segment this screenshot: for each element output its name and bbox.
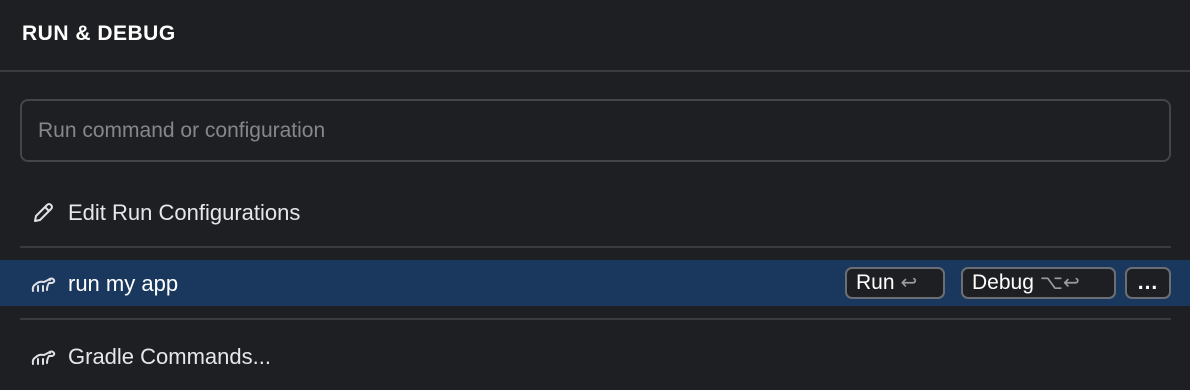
pencil-icon bbox=[30, 200, 56, 224]
enter-key-icon: ↩ bbox=[900, 272, 918, 294]
more-actions-button[interactable]: ... bbox=[1125, 267, 1171, 299]
list-item-label: Edit Run Configurations bbox=[68, 200, 301, 225]
run-button-label: Run bbox=[856, 271, 895, 294]
debug-button[interactable]: Debug ⌥↩ bbox=[961, 267, 1116, 299]
option-enter-key-icon: ⌥↩ bbox=[1039, 272, 1080, 294]
panel-title: RUN & DEBUG bbox=[22, 22, 176, 45]
list-item-run-config[interactable]: run my app Run ↩ Debug ⌥↩ ... bbox=[0, 260, 1190, 306]
list-item-edit-run-configurations[interactable]: Edit Run Configurations bbox=[0, 188, 1190, 236]
list-item-gradle-commands[interactable]: Gradle Commands... bbox=[0, 332, 1190, 380]
search-input[interactable] bbox=[38, 101, 1148, 160]
gradle-elephant-icon bbox=[30, 271, 56, 295]
debug-button-label: Debug bbox=[972, 271, 1034, 294]
list-item-label: Gradle Commands... bbox=[68, 344, 271, 369]
list-item-label: run my app bbox=[68, 271, 179, 296]
run-button[interactable]: Run ↩ bbox=[845, 267, 945, 299]
gradle-elephant-icon bbox=[30, 344, 56, 368]
separator bbox=[20, 318, 1171, 320]
search-box[interactable] bbox=[20, 99, 1171, 162]
separator bbox=[20, 246, 1171, 248]
panel-header: RUN & DEBUG bbox=[0, 0, 1190, 72]
